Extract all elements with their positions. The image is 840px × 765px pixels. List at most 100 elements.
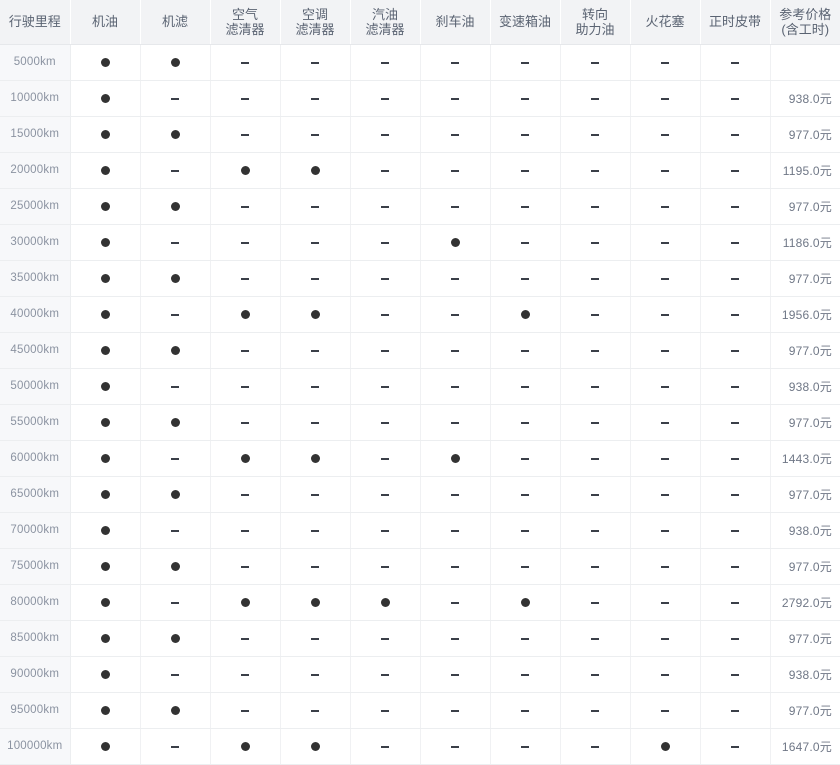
cell-air_filter xyxy=(210,512,281,549)
mileage-cell: 75000km xyxy=(0,548,71,585)
cell-timing_belt xyxy=(700,440,771,477)
column-header-brake_fluid: 刹车油 xyxy=(420,0,491,45)
price-cell: 1647.0元 xyxy=(770,728,840,765)
table-row: 100000km 1647.0元 xyxy=(0,728,840,765)
table-row: 20000km 1195.0元 xyxy=(0,152,840,189)
cell-brake_fluid xyxy=(420,548,491,585)
no-service-dash-icon xyxy=(381,278,389,280)
no-service-dash-icon xyxy=(311,530,319,532)
no-service-dash-icon xyxy=(591,206,599,208)
column-header-label: 滤清器 xyxy=(225,21,265,37)
column-header-label: 空调 xyxy=(301,6,328,22)
cell-transmission_oil xyxy=(490,296,561,333)
cell-air_filter xyxy=(210,620,281,657)
cell-oil_filter xyxy=(140,116,211,153)
cell-engine_oil xyxy=(70,404,141,441)
replace-dot-icon xyxy=(100,526,110,536)
column-header-label: 机滤 xyxy=(161,14,188,30)
cell-transmission_oil xyxy=(490,152,561,189)
replace-dot-icon xyxy=(240,454,250,464)
price-cell xyxy=(770,44,840,81)
no-service-dash-icon xyxy=(451,62,459,64)
cell-timing_belt xyxy=(700,728,771,765)
no-service-dash-icon xyxy=(451,278,459,280)
cell-air_filter xyxy=(210,44,281,81)
cell-spark_plug xyxy=(630,656,701,693)
price-cell: 977.0元 xyxy=(770,332,840,369)
no-service-dash-icon xyxy=(451,710,459,712)
no-service-dash-icon xyxy=(451,494,459,496)
cell-transmission_oil xyxy=(490,692,561,729)
no-service-dash-icon xyxy=(241,566,249,568)
table-row: 70000km 938.0元 xyxy=(0,512,840,549)
no-service-dash-icon xyxy=(241,206,249,208)
cell-engine_oil xyxy=(70,152,141,189)
mileage-cell: 45000km xyxy=(0,332,71,369)
no-service-dash-icon xyxy=(451,566,459,568)
no-service-dash-icon xyxy=(521,170,529,172)
no-service-dash-icon xyxy=(591,350,599,352)
cell-oil_filter xyxy=(140,584,211,621)
cell-brake_fluid xyxy=(420,80,491,117)
no-service-dash-icon xyxy=(661,206,669,208)
cell-timing_belt xyxy=(700,260,771,297)
no-service-dash-icon xyxy=(731,602,739,604)
no-service-dash-icon xyxy=(521,242,529,244)
cell-fuel_filter xyxy=(350,404,421,441)
mileage-cell: 80000km xyxy=(0,584,71,621)
no-service-dash-icon xyxy=(381,206,389,208)
replace-dot-icon xyxy=(170,202,180,212)
cell-timing_belt xyxy=(700,584,771,621)
cell-oil_filter xyxy=(140,188,211,225)
no-service-dash-icon xyxy=(731,386,739,388)
cell-air_filter xyxy=(210,368,281,405)
table-row: 30000km 1186.0元 xyxy=(0,224,840,261)
column-header-ac_filter: 空调 滤清器 xyxy=(280,0,351,45)
no-service-dash-icon xyxy=(661,314,669,316)
no-service-dash-icon xyxy=(171,530,179,532)
replace-dot-icon xyxy=(310,454,320,464)
no-service-dash-icon xyxy=(171,314,179,316)
cell-ac_filter xyxy=(280,476,351,513)
no-service-dash-icon xyxy=(661,350,669,352)
cell-transmission_oil xyxy=(490,512,561,549)
no-service-dash-icon xyxy=(731,458,739,460)
replace-dot-icon xyxy=(240,742,250,752)
no-service-dash-icon xyxy=(521,530,529,532)
table-row: 60000km 1443.0元 xyxy=(0,440,840,477)
no-service-dash-icon xyxy=(661,62,669,64)
no-service-dash-icon xyxy=(591,278,599,280)
column-header-engine_oil: 机油 xyxy=(70,0,141,45)
cell-engine_oil xyxy=(70,224,141,261)
cell-fuel_filter xyxy=(350,80,421,117)
column-header-label: 助力油 xyxy=(575,21,615,37)
no-service-dash-icon xyxy=(521,206,529,208)
no-service-dash-icon xyxy=(381,638,389,640)
cell-fuel_filter xyxy=(350,44,421,81)
no-service-dash-icon xyxy=(661,98,669,100)
no-service-dash-icon xyxy=(311,98,319,100)
column-header-label: 转向 xyxy=(581,6,608,22)
replace-dot-icon xyxy=(170,418,180,428)
replace-dot-icon xyxy=(100,310,110,320)
mileage-cell: 30000km xyxy=(0,224,71,261)
no-service-dash-icon xyxy=(381,350,389,352)
cell-fuel_filter xyxy=(350,260,421,297)
no-service-dash-icon xyxy=(591,674,599,676)
no-service-dash-icon xyxy=(241,386,249,388)
cell-oil_filter xyxy=(140,476,211,513)
price-cell: 977.0元 xyxy=(770,116,840,153)
cell-power_steering_fluid xyxy=(560,692,631,729)
cell-transmission_oil xyxy=(490,656,561,693)
table-row: 25000km 977.0元 xyxy=(0,188,840,225)
no-service-dash-icon xyxy=(241,422,249,424)
cell-power_steering_fluid xyxy=(560,80,631,117)
no-service-dash-icon xyxy=(591,638,599,640)
replace-dot-icon xyxy=(100,454,110,464)
cell-transmission_oil xyxy=(490,584,561,621)
cell-power_steering_fluid xyxy=(560,512,631,549)
cell-power_steering_fluid xyxy=(560,332,631,369)
cell-ac_filter xyxy=(280,692,351,729)
mileage-cell: 50000km xyxy=(0,368,71,405)
no-service-dash-icon xyxy=(311,710,319,712)
